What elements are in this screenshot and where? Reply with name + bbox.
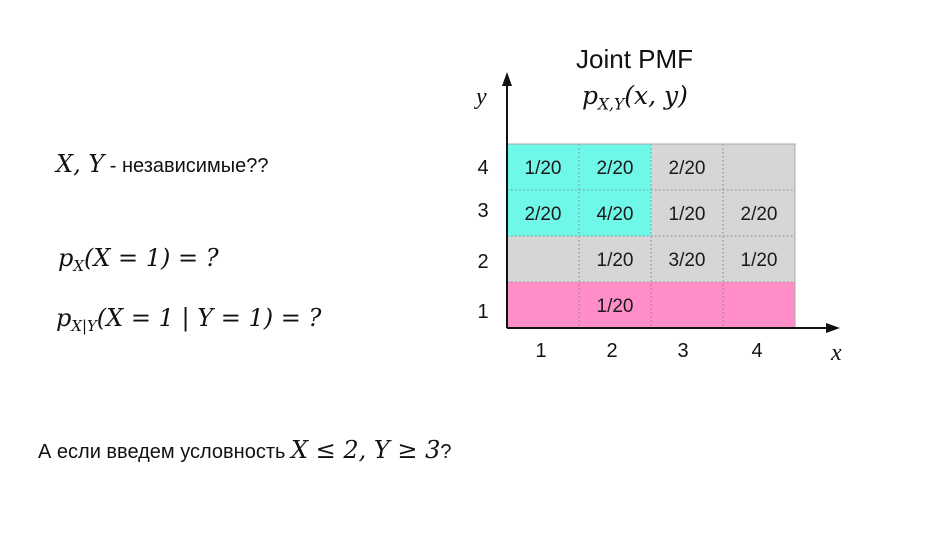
cell-y1-x4: [723, 282, 795, 328]
cell-label-y4-x2: 2/20: [597, 158, 634, 179]
cell-y2-x1: [507, 236, 579, 282]
x-axis-arrow: [826, 323, 840, 333]
y-axis-arrow: [502, 72, 512, 86]
y-axis-label: y: [474, 84, 487, 110]
cell-label-y3-x4: 2/20: [741, 204, 778, 225]
y-tick-2: 2: [477, 251, 488, 273]
cell-label-y3-x1: 2/20: [525, 204, 562, 225]
cell-y1-x3: [651, 282, 723, 328]
cells-layer: 1/20 2/20 2/20 2/20 4/20 1/20 2/20 1/20 3/20 1/20…: [506, 143, 796, 329]
y-tick-1: 1: [477, 301, 488, 323]
cell-label-y1-x2: 1/20: [597, 296, 634, 317]
cell-label-y2-x4: 1/20: [741, 250, 778, 271]
joint-pmf-grid: 1/20 2/20 2/20 2/20 4/20 1/20 2/20 1/20 3/20 1/20…: [474, 72, 842, 366]
x-axis-label: x: [830, 340, 842, 366]
x-tick-2: 2: [606, 340, 617, 362]
cell-y4-x4: [723, 144, 795, 190]
x-tick-1: 1: [535, 340, 546, 362]
x-tick-3: 3: [677, 340, 688, 362]
cell-y1-x1: [507, 282, 579, 328]
cell-label-y3-x3: 1/20: [669, 204, 706, 225]
y-tick-4: 4: [477, 157, 488, 179]
cell-label-y2-x3: 3/20: [669, 250, 706, 271]
cell-label-y3-x2: 4/20: [597, 204, 634, 225]
y-tick-3: 3: [477, 200, 488, 222]
x-tick-4: 4: [751, 340, 762, 362]
cell-label-y4-x1: 1/20: [525, 158, 562, 179]
cell-label-y4-x3: 2/20: [669, 158, 706, 179]
cell-label-y2-x2: 1/20: [597, 250, 634, 271]
